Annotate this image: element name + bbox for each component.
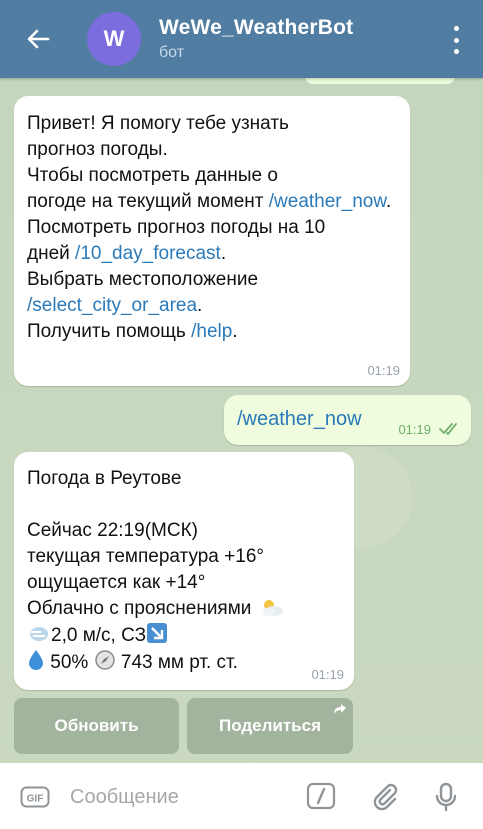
double-check-icon (439, 423, 457, 435)
message-text[interactable]: /weather_now (237, 406, 362, 432)
back-arrow-icon[interactable] (18, 19, 58, 59)
sun-behind-cloud-icon (262, 600, 283, 616)
chat-title-block[interactable]: WeWe_WeatherBot бот (159, 16, 353, 62)
user-message-command: /weather_now 01:19 (224, 395, 471, 445)
droplet-icon (29, 650, 43, 670)
message-time: 01:19 (398, 422, 431, 437)
chat-subtitle: бот (159, 44, 185, 61)
more-menu-icon[interactable] (451, 26, 461, 54)
bot-message-weather: Погода в Реутове Сейчас 22:19(МСК) текущ… (14, 452, 354, 690)
svg-text:GIF: GIF (27, 794, 44, 805)
chat-title: WeWe_WeatherBot (159, 16, 354, 39)
message-time: 01:19 (311, 667, 344, 682)
attach-paperclip-icon[interactable] (370, 782, 400, 812)
bot-message-welcome: Привет! Я помогу тебе узнать прогноз пог… (14, 96, 410, 386)
microphone-icon[interactable] (434, 782, 458, 812)
wind-icon (30, 627, 48, 641)
chat-header: W WeWe_WeatherBot бот (0, 0, 483, 78)
command-link-help[interactable]: /help (191, 321, 232, 342)
message-input[interactable] (70, 783, 290, 811)
share-button-label: Поделиться (218, 716, 322, 735)
message-time: 01:19 (367, 363, 400, 378)
bot-commands-icon[interactable] (306, 782, 336, 810)
command-link-10-day-forecast[interactable]: /10_day_forecast (75, 243, 221, 264)
refresh-button[interactable]: Обновить (14, 698, 179, 754)
message-composer: GIF (0, 763, 483, 829)
share-button[interactable]: Поделиться (187, 698, 353, 754)
compass-icon (94, 650, 115, 670)
share-arrow-icon (334, 704, 346, 714)
avatar[interactable]: W (87, 12, 141, 66)
command-link-weather-now[interactable]: /weather_now (269, 191, 386, 212)
command-link-select-city[interactable]: /select_city_or_area (27, 295, 197, 316)
gif-icon[interactable]: GIF (20, 786, 50, 808)
arrow-down-right-icon (147, 623, 168, 643)
message-text: Привет! Я помогу тебе узнать прогноз пог… (27, 113, 392, 342)
message-text: Погода в Реутове Сейчас 22:19(МСК) текущ… (27, 466, 352, 676)
